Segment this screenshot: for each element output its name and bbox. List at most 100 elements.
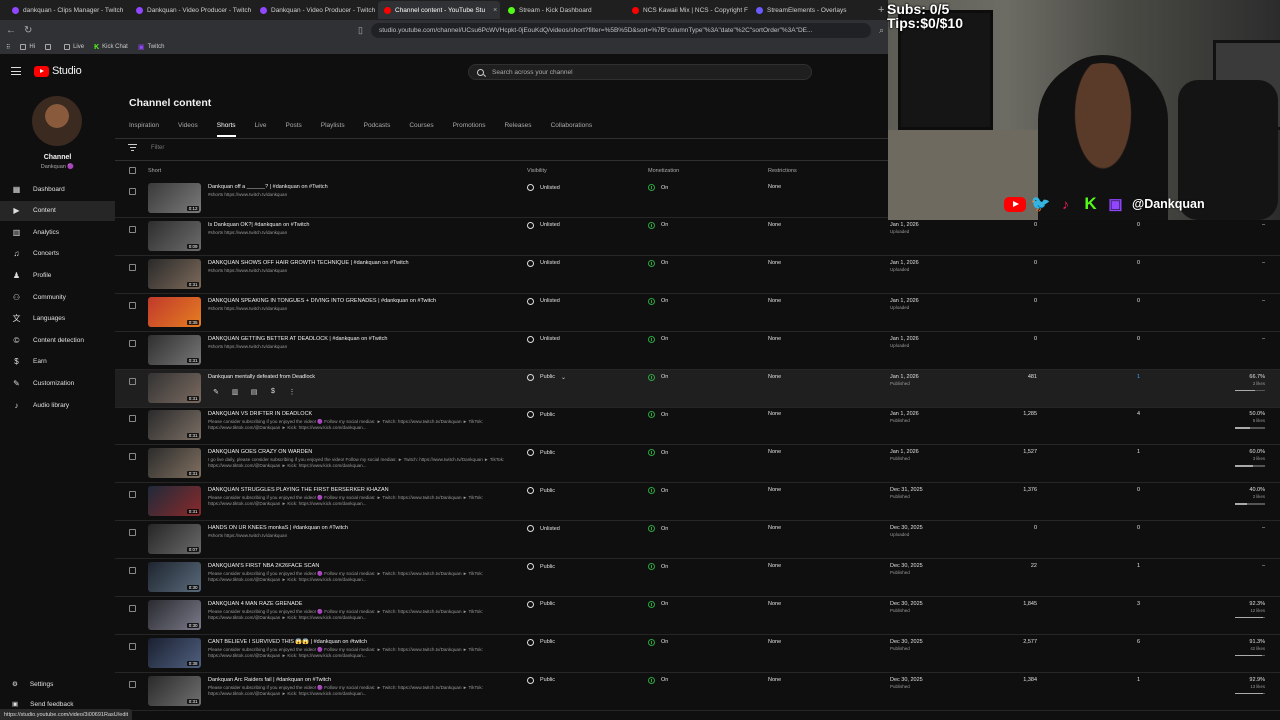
table-row[interactable]: 0:31 DANKQUAN STRUGGLES PLAYING THE FIRST… (115, 483, 1280, 522)
table-row[interactable]: 0:38 CANT BELIEVE I SURVIVED THIS 😱😱 | #d… (115, 635, 1280, 673)
row-checkbox[interactable] (129, 301, 136, 309)
more-options-icon[interactable]: ⋮ (287, 387, 297, 397)
visibility-cell[interactable]: Public (527, 676, 555, 684)
video-thumbnail[interactable]: 0:31 (148, 410, 201, 441)
tab-shorts[interactable]: Shorts (216, 122, 236, 137)
bookmark-item[interactable]: Hi (20, 44, 35, 50)
monetization-cell[interactable]: On (648, 600, 668, 608)
reload-icon[interactable]: ↻ (24, 25, 32, 36)
video-title[interactable]: DANKQUAN 4 MAN RAZE GRENADE (208, 601, 302, 607)
table-row[interactable]: 0:07 HANDS ON UR KNEES monkaS | #dankquan… (115, 521, 1280, 560)
video-title[interactable]: DANKQUAN'S FIRST NBA 2K26FACE SCAN (208, 563, 319, 569)
visibility-cell[interactable]: Unlisted (527, 525, 560, 533)
visibility-cell[interactable]: Public (527, 638, 555, 646)
comments-icon[interactable]: ▤ (249, 387, 259, 397)
video-title[interactable]: Dankquan Arc Raiders fail | #dankquan on… (208, 677, 331, 683)
row-checkbox[interactable] (129, 415, 136, 423)
monetization-cell[interactable]: On (648, 487, 668, 495)
tab-inspiration[interactable]: Inspiration (129, 122, 159, 137)
row-checkbox[interactable] (129, 642, 136, 650)
apps-grid-icon[interactable]: ⠿ (6, 44, 10, 51)
table-row[interactable]: 0:31 DANKQUAN GETTING BETTER AT DEADLOCK … (115, 332, 1280, 370)
tab-posts[interactable]: Posts (286, 122, 302, 137)
video-title[interactable]: Dankquan mentally defeated from Deadlock (208, 374, 315, 380)
browser-tab[interactable]: Dankquan - Video Producer - Twitch (130, 1, 252, 19)
video-title[interactable]: Is Dankquan OK?| #dankquan on #Twitch (208, 222, 309, 228)
video-thumbnail[interactable]: 0:31 (148, 258, 201, 289)
video-thumbnail[interactable]: 0:35 (148, 296, 201, 327)
video-thumbnail[interactable]: 0:31 (148, 448, 201, 479)
table-row[interactable]: 0:09 Is Dankquan OK?| #dankquan on #Twitc… (115, 218, 1280, 256)
visibility-cell[interactable]: Unlisted (527, 335, 560, 343)
filter-icon[interactable] (128, 144, 137, 151)
bookmark-item[interactable] (45, 44, 54, 50)
visibility-cell[interactable]: Unlisted (527, 221, 560, 229)
visibility-cell[interactable]: Public (527, 563, 555, 570)
tab-podcasts[interactable]: Podcasts (364, 122, 391, 137)
row-checkbox[interactable] (129, 453, 136, 461)
bookmark-item[interactable]: Live (64, 44, 84, 50)
video-thumbnail[interactable]: 0:31 (148, 372, 201, 403)
monetization-cell[interactable]: On (648, 259, 668, 267)
pencil-icon[interactable]: ✎ (211, 387, 221, 397)
sidebar-item-customization[interactable]: ✎ Customization (0, 373, 115, 393)
bookmark-item[interactable]: K Kick Chat (94, 44, 128, 51)
monetization-cell[interactable]: On (648, 638, 668, 646)
row-checkbox[interactable] (129, 339, 136, 347)
settings-button[interactable]: ⚙ Settings (0, 676, 115, 692)
video-thumbnail[interactable]: 0:31 (148, 334, 201, 365)
select-all-checkbox[interactable] (129, 167, 136, 174)
monetization-cell[interactable]: On (648, 449, 668, 457)
analytics-icon[interactable]: ▥ (230, 387, 240, 397)
row-checkbox[interactable] (129, 188, 136, 195)
visibility-cell[interactable]: Public (527, 600, 555, 608)
table-row[interactable]: 0:31 DANKQUAN SHOWS OFF HAIR GROWTH TECHN… (115, 256, 1280, 294)
sidebar-item-earn[interactable]: $ Earn (0, 352, 115, 372)
row-checkbox[interactable] (129, 225, 136, 233)
row-checkbox[interactable] (129, 377, 136, 385)
close-icon[interactable]: × (493, 7, 497, 14)
video-thumbnail[interactable]: 0:07 (148, 524, 201, 555)
video-title[interactable]: DANKQUAN STRUGGLES PLAYING THE FIRST BER… (208, 487, 389, 493)
row-checkbox[interactable] (129, 263, 136, 271)
browser-tab[interactable]: Stream - Kick Dashboard (502, 1, 624, 19)
tab-promotions[interactable]: Promotions (453, 122, 486, 137)
column-header-short[interactable]: Short (148, 168, 161, 174)
monetization-cell[interactable]: On (648, 221, 668, 229)
column-header-restrictions[interactable]: Restrictions (768, 168, 797, 174)
row-checkbox[interactable] (129, 529, 136, 537)
studio-logo[interactable]: Studio (34, 65, 82, 77)
new-tab-icon[interactable]: + (878, 4, 884, 16)
tab-courses[interactable]: Courses (409, 122, 433, 137)
video-title[interactable]: DANKQUAN SPEAKING IN TONGUES + DIVING IN… (208, 298, 436, 304)
zoom-icon[interactable]: ⌕ (879, 25, 884, 36)
visibility-cell[interactable]: Unlisted (527, 184, 560, 191)
video-title[interactable]: DANKQUAN VS DRIFTER IN DEADLOCK (208, 411, 312, 417)
row-checkbox[interactable] (129, 491, 136, 499)
tab-videos[interactable]: Videos (178, 122, 198, 137)
sidebar-item-profile[interactable]: ♟ Profile (0, 265, 115, 285)
monetization-cell[interactable]: On (648, 676, 668, 684)
visibility-cell[interactable]: Public (527, 487, 555, 495)
video-thumbnail[interactable]: 0:12 (148, 183, 201, 213)
sidebar-item-audio-library[interactable]: ♪ Audio library (0, 395, 115, 415)
menu-icon[interactable] (11, 67, 21, 75)
row-checkbox[interactable] (129, 680, 136, 688)
avatar[interactable] (32, 96, 82, 146)
comments-value[interactable]: 1 (1137, 374, 1140, 380)
table-row[interactable]: 0:31 DANKQUAN GOES CRAZY ON WARDEN I go li… (115, 445, 1280, 484)
monetization-cell[interactable]: On (648, 184, 668, 191)
sidebar-item-concerts[interactable]: ♫ Concerts (0, 244, 115, 264)
tab-releases[interactable]: Releases (504, 122, 531, 137)
monetization-cell[interactable]: On (648, 411, 668, 419)
sidebar-item-dashboard[interactable]: ▦ Dashboard (0, 179, 115, 199)
monetization-cell[interactable]: On (648, 297, 668, 305)
monetization-cell[interactable]: On (648, 563, 668, 570)
table-row[interactable]: 0:30 DANKQUAN'S FIRST NBA 2K26FACE SCAN Pl… (115, 559, 1280, 597)
chevron-down-icon[interactable]: ⌄ (561, 374, 566, 381)
tab-collaborations[interactable]: Collaborations (551, 122, 593, 137)
column-header-monetization[interactable]: Monetization (648, 168, 679, 174)
visibility-cell[interactable]: Unlisted (527, 259, 560, 267)
monetization-icon[interactable]: $ (268, 387, 278, 397)
url-field[interactable]: studio.youtube.com/channel/UCsu6PcWVHcpk… (370, 22, 871, 38)
